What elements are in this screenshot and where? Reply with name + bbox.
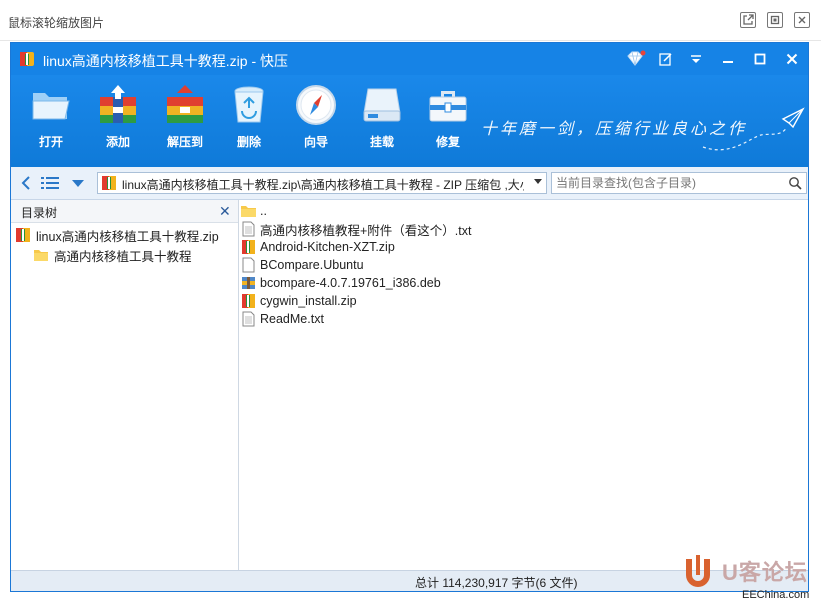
file-name: Android-Kitchen-XZT.zip (260, 240, 395, 254)
repair-button[interactable]: 修复 (416, 83, 480, 161)
extract-button[interactable]: 解压到 (153, 83, 217, 161)
recycle-bin-icon (234, 86, 264, 123)
paper-plane-icon (702, 107, 805, 151)
list-item[interactable]: 高通内核移植教程+附件（看这个）.txt (241, 220, 471, 238)
viewer-title: 鼠标滚轮缩放图片 (8, 16, 105, 30)
folder-open-icon (32, 93, 70, 120)
navigation-bar: linux高通内核移植工具十教程.zip\高通内核移植工具十教程 - ZIP 压… (11, 167, 808, 200)
extract-icon (167, 85, 203, 123)
open-external-icon[interactable] (740, 12, 756, 28)
list-item[interactable]: ReadMe.txt (241, 310, 324, 328)
tree-item-folder[interactable]: 高通内核移植工具十教程 (33, 246, 192, 264)
text-file-icon (242, 221, 255, 237)
diamond-icon[interactable] (623, 50, 647, 68)
toolbox-icon (429, 91, 467, 122)
back-icon[interactable] (17, 174, 35, 192)
add-archive-icon (100, 85, 136, 123)
path-text: linux高通内核移植工具十教程.zip\高通内核移植工具十教程 - ZIP 压… (122, 178, 524, 192)
tree-item-label: linux高通内核移植工具十教程.zip (36, 229, 219, 244)
app-logo-icon (20, 52, 34, 66)
chevron-down-icon[interactable] (534, 179, 542, 184)
watermark: U客论坛 (680, 553, 810, 591)
deb-package-icon (242, 277, 255, 289)
watermark-logo-icon (686, 555, 710, 587)
add-label: 添加 (105, 135, 130, 149)
window-title: linux高通内核移植工具十教程.zip - 快压 (43, 53, 289, 69)
file-name: bcompare-4.0.7.19761_i386.deb (260, 276, 441, 290)
list-item[interactable]: BCompare.Ubuntu (241, 256, 364, 274)
blank-file-icon (242, 257, 255, 273)
list-item[interactable]: bcompare-4.0.7.19761_i386.deb (241, 274, 441, 292)
zip-archive-icon (102, 176, 116, 190)
compass-icon (296, 85, 336, 125)
delete-label: 删除 (236, 135, 261, 149)
list-item-parent[interactable]: .. (241, 202, 267, 220)
open-button[interactable]: 打开 (19, 83, 83, 161)
list-view-icon[interactable] (41, 174, 59, 192)
minimize-icon[interactable] (719, 50, 737, 68)
mount-button[interactable]: 挂载 (350, 83, 414, 161)
dropdown-icon[interactable] (687, 50, 705, 68)
view-dropdown-icon[interactable] (69, 174, 87, 192)
tree-item-label: 高通内核移植工具十教程 (54, 249, 192, 264)
drive-icon (363, 88, 401, 122)
tree-close-icon[interactable]: ✕ (219, 203, 231, 220)
wizard-button[interactable]: 向导 (284, 83, 348, 161)
folder-icon (34, 250, 48, 261)
viewer-header: 鼠标滚轮缩放图片 (0, 0, 821, 41)
close-icon[interactable] (783, 50, 801, 68)
edit-icon[interactable] (657, 50, 675, 68)
fullscreen-icon[interactable] (767, 12, 783, 28)
file-name: ReadMe.txt (260, 312, 324, 326)
tree-header: 目录树 ✕ (11, 200, 238, 223)
tree-item-archive[interactable]: linux高通内核移植工具十教程.zip (15, 226, 219, 244)
folder-up-icon (241, 206, 256, 217)
search-icon[interactable] (788, 176, 802, 190)
zip-archive-icon (242, 294, 255, 308)
maximize-icon[interactable] (751, 50, 769, 68)
file-name: BCompare.Ubuntu (260, 258, 364, 272)
search-input[interactable] (554, 174, 780, 192)
add-button[interactable]: 添加 (86, 83, 150, 161)
file-name: cygwin_install.zip (260, 294, 357, 308)
wizard-label: 向导 (303, 135, 328, 149)
mount-label: 挂载 (369, 135, 394, 149)
app-window: linux高通内核移植工具十教程.zip - 快压 打开 添加 解压到 删除 向… (10, 42, 809, 592)
search-box[interactable] (551, 172, 807, 194)
text-file-icon (242, 311, 255, 327)
tree-header-label: 目录树 (21, 206, 58, 220)
status-summary: 总计 114,230,917 字节(6 文件) (415, 576, 578, 590)
path-combobox[interactable]: linux高通内核移植工具十教程.zip\高通内核移植工具十教程 - ZIP 压… (97, 172, 547, 194)
zip-archive-icon (242, 240, 255, 254)
file-name: .. (260, 204, 267, 218)
list-item[interactable]: cygwin_install.zip (241, 292, 357, 310)
watermark-site: EEChina.com (742, 589, 810, 601)
zip-archive-icon (16, 228, 30, 242)
viewer-close-icon[interactable] (794, 12, 810, 28)
file-name: 高通内核移植教程+附件（看这个）.txt (260, 223, 472, 238)
watermark-text: U客论坛 (722, 560, 808, 585)
file-list: .. 高通内核移植教程+附件（看这个）.txt Android-Kitchen-… (239, 200, 808, 570)
list-item[interactable]: Android-Kitchen-XZT.zip (241, 238, 395, 256)
title-bar[interactable]: linux高通内核移植工具十教程.zip - 快压 (11, 43, 808, 75)
extract-label: 解压到 (166, 135, 203, 149)
delete-button[interactable]: 删除 (217, 83, 281, 161)
directory-tree-pane: 目录树 ✕ linux高通内核移植工具十教程.zip 高通内核移植工具十教程 (11, 200, 239, 570)
toolbar: 打开 添加 解压到 删除 向导 挂载 修复 十年磨一剑，压缩行业良心之作 (11, 75, 808, 167)
open-label: 打开 (38, 135, 63, 149)
repair-label: 修复 (435, 135, 460, 149)
